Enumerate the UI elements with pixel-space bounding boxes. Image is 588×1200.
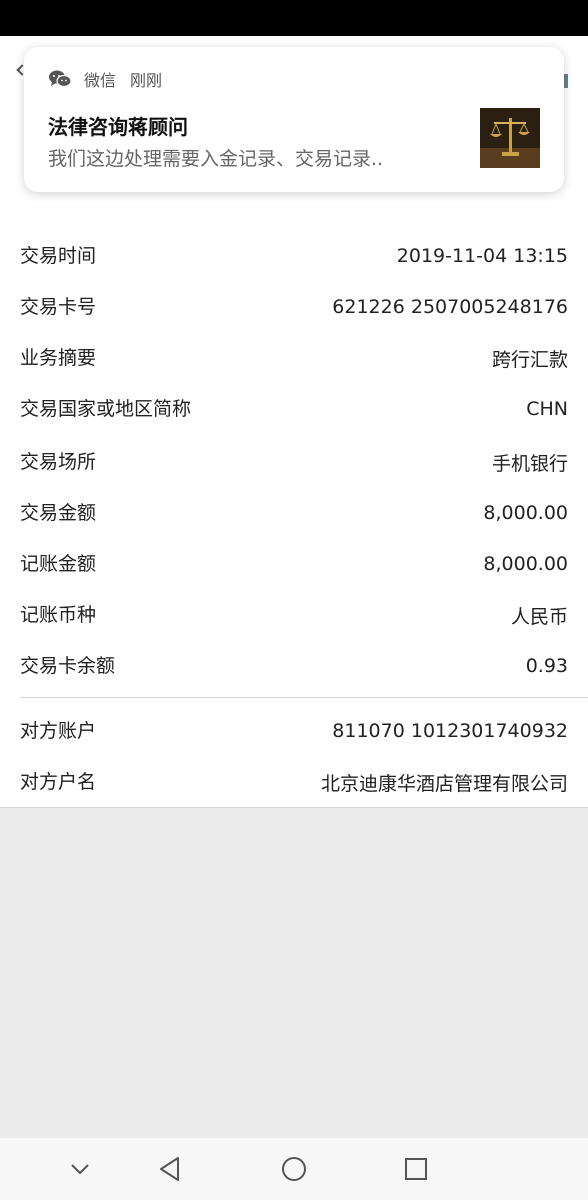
row-value: 2019-11-04 13:15 (396, 245, 568, 267)
section-divider (20, 697, 588, 698)
row-value: 手机银行 (491, 452, 568, 475)
wechat-icon (49, 70, 72, 88)
row-business-summary: 业务摘要 跨行汇款 (20, 343, 568, 373)
notification-time: 刚刚 (130, 71, 163, 90)
row-value: 跨行汇款 (491, 348, 568, 371)
row-value: 8,000.00 (483, 502, 568, 524)
recents-square-icon[interactable] (398, 1151, 434, 1187)
row-label: 交易时间 (20, 245, 97, 267)
row-counterparty-account: 对方账户 811070 1012301740932 (20, 716, 568, 746)
row-transaction-time: 交易时间 2019-11-04 13:15 (20, 241, 568, 271)
home-circle-icon[interactable] (276, 1151, 312, 1187)
row-value: 人民币 (510, 605, 568, 628)
row-label: 记账币种 (20, 604, 97, 626)
row-label: 交易金额 (20, 502, 97, 524)
notification-body: 我们这边处理需要入金记录、交易记录.. (48, 148, 384, 170)
chevron-down-icon[interactable] (62, 1151, 98, 1187)
row-label: 交易场所 (20, 451, 97, 473)
back-triangle-icon[interactable] (153, 1151, 189, 1187)
wechat-notification-banner[interactable]: 微信 刚刚 法律咨询蒋顾问 我们这边处理需要入金记录、交易记录.. (24, 47, 564, 192)
notification-header: 微信 刚刚 (48, 69, 163, 90)
row-value: 811070 1012301740932 (332, 720, 568, 742)
notification-app-name: 微信 (84, 71, 117, 90)
row-transaction-place: 交易场所 手机银行 (20, 447, 568, 477)
row-label: 记账金额 (20, 553, 97, 575)
row-label: 交易卡余额 (20, 655, 116, 677)
system-navigation-bar (0, 1138, 588, 1200)
row-value: CHN (526, 398, 568, 420)
notification-title: 法律咨询蒋顾问 (48, 115, 188, 139)
row-currency: 记账币种 人民币 (20, 600, 568, 630)
row-transaction-amount: 交易金额 8,000.00 (20, 498, 568, 528)
row-booked-amount: 记账金额 8,000.00 (20, 549, 568, 579)
row-card-number: 交易卡号 621226 2507005248176 (20, 292, 568, 322)
sender-avatar-scales-image (480, 108, 540, 168)
row-value: 北京迪康华酒店管理有限公司 (320, 772, 568, 795)
row-label: 对方账户 (20, 720, 97, 742)
row-counterparty-name: 对方户名 北京迪康华酒店管理有限公司 (20, 767, 568, 797)
menu-icon[interactable] (564, 74, 568, 88)
row-label: 对方户名 (20, 771, 97, 793)
row-label: 交易国家或地区简称 (20, 398, 192, 420)
status-bar (0, 0, 588, 36)
row-card-balance: 交易卡余额 0.93 (20, 651, 568, 681)
transaction-detail-card: 交易时间 2019-11-04 13:15 交易卡号 621226 250700… (0, 110, 588, 808)
row-value: 8,000.00 (483, 553, 568, 575)
row-country-code: 交易国家或地区简称 CHN (20, 384, 568, 434)
row-value: 0.93 (525, 655, 568, 677)
row-value: 621226 2507005248176 (332, 296, 568, 318)
row-label: 业务摘要 (20, 347, 97, 369)
row-label: 交易卡号 (20, 296, 97, 318)
scales-of-justice-image (480, 108, 540, 168)
